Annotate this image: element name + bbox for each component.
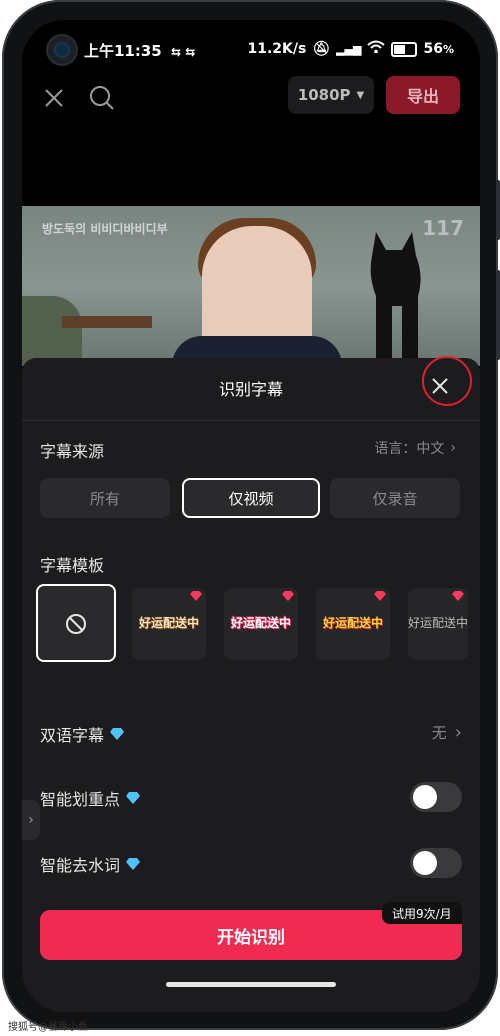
bilingual-row[interactable]: 双语字幕 无 › bbox=[40, 714, 462, 754]
trial-badge: 试用9次/月 bbox=[382, 902, 462, 924]
subtitle-template-label: 字幕模板 bbox=[40, 556, 105, 575]
export-button[interactable]: 导出 bbox=[386, 76, 460, 114]
language-selector[interactable]: 语言：中文 › bbox=[374, 438, 456, 458]
chevron-right-icon: › bbox=[28, 812, 34, 828]
template-none[interactable] bbox=[36, 584, 116, 662]
source-video-only-button[interactable]: 仅视频 bbox=[182, 478, 320, 518]
net-speed: 11.2K/s bbox=[247, 41, 307, 57]
resolution-dropdown[interactable]: 1080P ▼ bbox=[288, 76, 374, 114]
remove-filler-row: 智能去水词 bbox=[40, 844, 462, 884]
screen: 上午11:35 ⇆ ⇆ 11.2K/s 🔕︎ ▂▄▆ 56% 1080P ▼ 导… bbox=[22, 20, 480, 1012]
front-camera bbox=[48, 36, 76, 64]
signal-icon: ▂▄▆ bbox=[336, 42, 362, 56]
source-all-button[interactable]: 所有 bbox=[40, 478, 170, 518]
volume-button bbox=[496, 180, 500, 240]
power-button bbox=[496, 270, 500, 360]
highlight-label-wrap: 智能划重点 bbox=[40, 786, 141, 810]
status-icons: 11.2K/s 🔕︎ ▂▄▆ 56% bbox=[247, 40, 454, 58]
diamond-icon bbox=[282, 591, 294, 601]
chevron-right-icon: › bbox=[450, 440, 456, 456]
diamond-icon bbox=[126, 858, 141, 870]
background-plant bbox=[22, 296, 82, 366]
template-text: 好运配送中 bbox=[138, 616, 199, 630]
wifi-icon bbox=[367, 40, 386, 58]
close-icon[interactable] bbox=[426, 372, 454, 400]
bilingual-label: 双语字幕 bbox=[40, 726, 105, 745]
remove-filler-toggle[interactable] bbox=[410, 848, 462, 878]
bilingual-value: 无 bbox=[431, 724, 447, 742]
edge-panel-handle[interactable]: › bbox=[22, 800, 40, 840]
bilingual-value-wrap: 无 › bbox=[432, 722, 462, 743]
editor-topbar: 1080P ▼ 导出 bbox=[22, 76, 480, 126]
template-item[interactable]: 好运配送中 bbox=[132, 588, 206, 660]
show-logo: 방도둑의 비비디바비디부 bbox=[42, 222, 168, 236]
smart-highlight-row: 智能划重点 bbox=[40, 778, 462, 818]
status-bar: 上午11:35 ⇆ ⇆ 11.2K/s 🔕︎ ▂▄▆ 56% bbox=[22, 20, 480, 76]
time-text: 上午11:35 bbox=[84, 42, 162, 60]
search-icon[interactable] bbox=[88, 84, 116, 112]
sheet-title: 识别字幕 bbox=[218, 380, 283, 399]
status-time: 上午11:35 ⇆ ⇆ bbox=[84, 40, 195, 61]
phone-frame: 上午11:35 ⇆ ⇆ 11.2K/s 🔕︎ ▂▄▆ 56% 1080P ▼ 导… bbox=[2, 0, 500, 1030]
percent-sign: % bbox=[442, 42, 454, 56]
template-text: 好运配送中 bbox=[322, 616, 383, 630]
template-text: 好运配送中 bbox=[408, 616, 468, 630]
close-icon[interactable] bbox=[42, 86, 68, 112]
resolution-label: 1080P bbox=[297, 86, 351, 104]
video-preview[interactable]: 방도둑의 비비디바비디부 117 bbox=[22, 206, 480, 366]
subtitle-source-label: 字幕来源 bbox=[40, 442, 105, 461]
home-indicator[interactable] bbox=[166, 982, 336, 987]
subtitle-recognition-sheet: 识别字幕 字幕来源 语言：中文 › 所有 仅视频 仅录音 字幕模板 好运配送中 bbox=[22, 356, 480, 1012]
battery-icon bbox=[391, 41, 418, 57]
remove-filler-label: 智能去水词 bbox=[40, 856, 121, 875]
template-text: 好运配送中 bbox=[230, 616, 291, 630]
mute-icon: 🔕︎ bbox=[312, 41, 331, 57]
template-item[interactable]: 好运配送中 bbox=[408, 588, 468, 660]
background-table bbox=[62, 316, 152, 328]
diamond-icon bbox=[126, 792, 141, 804]
smart-highlight-toggle[interactable] bbox=[410, 782, 462, 812]
diamond-icon bbox=[452, 591, 464, 601]
divider bbox=[22, 420, 480, 421]
template-item[interactable]: 好运配送中 bbox=[224, 588, 298, 660]
filler-label-wrap: 智能去水词 bbox=[40, 852, 141, 876]
caret-down-icon: ▼ bbox=[356, 89, 365, 101]
diamond-icon bbox=[110, 728, 125, 740]
cat-statue bbox=[370, 232, 421, 366]
source-audio-only-button[interactable]: 仅录音 bbox=[330, 478, 460, 518]
smart-highlight-label: 智能划重点 bbox=[40, 790, 121, 809]
template-item[interactable]: 好运配送中 bbox=[316, 588, 390, 660]
bilingual-label-wrap: 双语字幕 bbox=[40, 722, 125, 746]
chevron-right-icon: › bbox=[454, 722, 462, 743]
diamond-icon bbox=[190, 591, 202, 601]
diamond-icon bbox=[374, 591, 386, 601]
watermark: 搜狐号@暴躁小鱼 bbox=[8, 1022, 88, 1033]
usb-icon: ⇆ ⇆ bbox=[170, 45, 196, 59]
language-label: 语言：中文 bbox=[374, 441, 445, 457]
no-entry-icon bbox=[66, 614, 86, 634]
battery-level: 56 bbox=[423, 41, 443, 57]
